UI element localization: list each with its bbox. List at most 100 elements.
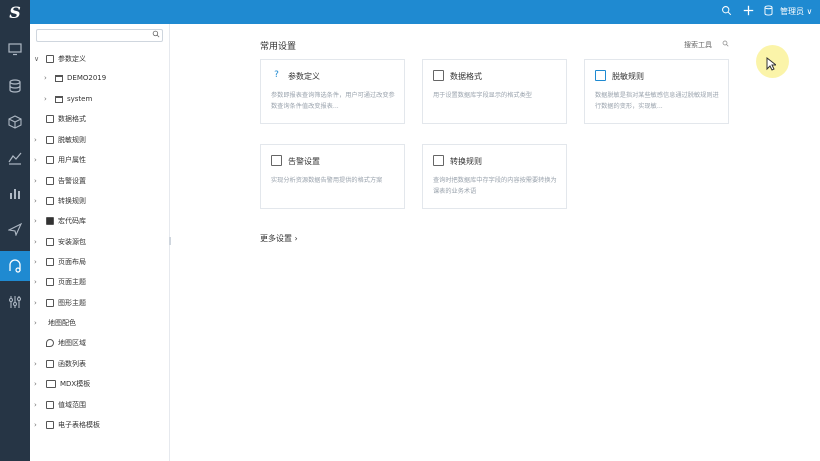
tree-item-label: 图形主题 [58, 299, 86, 307]
tree-item-system[interactable]: › system [30, 92, 168, 106]
search-icon[interactable] [722, 40, 729, 47]
user-attr-icon [46, 156, 54, 164]
top-bar: 管理员 ∨ [30, 0, 820, 24]
chevron-right-icon[interactable]: › [34, 235, 37, 249]
search-icon[interactable] [719, 5, 733, 19]
chevron-right-icon[interactable]: › [34, 174, 37, 188]
layers-icon[interactable] [0, 143, 30, 173]
chevron-right-icon[interactable]: › [34, 275, 37, 289]
tree-item-convert[interactable]: › 转换规则 [30, 194, 168, 208]
chevron-right-icon[interactable]: › [34, 255, 37, 269]
flag-icon [271, 155, 282, 166]
card-mask-rule[interactable]: 脱敏规则 数据脱敏是指对某些敏感信息通过脱敏规则进行数据的变形，实现敏... [584, 59, 729, 124]
user-menu[interactable]: 管理员 ∨ [780, 6, 812, 18]
database-icon[interactable] [0, 71, 30, 101]
tree-item-label: 用户属性 [58, 156, 86, 164]
mouse-pointer-icon [766, 56, 778, 75]
card-desc: 查询时把数据库中存字段的内容按需要转换为课表的业务术语 [433, 177, 557, 195]
card-alert[interactable]: 告警设置 实现分析资源数据告警用提供的格式方案 [260, 144, 405, 209]
card-desc: 数据脱敏是指对某些敏感信息通过脱敏规则进行数据的变形，实现敏... [595, 92, 719, 110]
chevron-right-icon[interactable]: › [34, 357, 37, 371]
chevron-right-icon[interactable]: › [34, 153, 37, 167]
database-icon[interactable] [761, 5, 775, 19]
tree-item-alert[interactable]: › 告警设置 [30, 174, 168, 188]
tree-item-label: 地图区域 [58, 339, 86, 347]
tree-item-spreadsheet-template[interactable]: › 电子表格模板 [30, 418, 168, 432]
chevron-right-icon[interactable]: › [34, 214, 37, 228]
tree-item-label: MDX模板 [60, 380, 91, 388]
tree-item-param-def[interactable]: ∨ 参数定义 [30, 52, 168, 66]
main-content: 常用设置 搜索工具 ? 参数定义 参数即报表查询筛选条件，用户可通过改变参数查询… [171, 24, 820, 461]
chevron-right-icon[interactable]: › [34, 316, 37, 330]
card-convert[interactable]: 转换规则 查询时把数据库中存字段的内容按需要转换为课表的业务术语 [422, 144, 567, 209]
chevron-right-icon[interactable]: › [34, 133, 37, 147]
range-icon [46, 401, 54, 409]
convert-icon [433, 155, 444, 166]
more-settings-link[interactable]: 更多设置 › [260, 233, 298, 244]
tools-icon[interactable] [0, 251, 30, 281]
logo: S [9, 3, 21, 22]
chevron-right-icon[interactable]: › [34, 418, 37, 432]
tree-item-label: 页面布局 [58, 258, 86, 266]
map-pin-icon [46, 339, 54, 347]
card-param-def[interactable]: ? 参数定义 参数即报表查询筛选条件，用户可通过改变参数查询条件值改变报表... [260, 59, 405, 124]
bar-chart-icon[interactable] [0, 178, 30, 208]
chevron-down-icon[interactable]: ∨ [34, 52, 39, 66]
tree-item-label: 地图配色 [48, 319, 76, 327]
tree-item-data-format[interactable]: 数据格式 [30, 112, 168, 126]
search-tools-button[interactable]: 搜索工具 [684, 40, 729, 50]
send-icon[interactable] [0, 214, 30, 244]
tree-item-map-color[interactable]: › 地图配色 [30, 316, 168, 330]
monitor-icon[interactable] [0, 34, 30, 64]
settings-tools-icon[interactable] [0, 287, 30, 317]
tree-item-map-region[interactable]: 地图区域 [30, 336, 168, 350]
tree-item-chart-theme[interactable]: › 图形主题 [30, 296, 168, 310]
tree-item-label: 函数列表 [58, 360, 86, 368]
tree-item-label: system [67, 95, 93, 103]
tree-search-input[interactable] [36, 29, 163, 42]
mdx-icon [46, 380, 56, 388]
mask-icon [595, 70, 606, 81]
question-bracket-icon: ? [274, 70, 279, 80]
param-icon [46, 55, 54, 63]
search-icon[interactable] [152, 30, 160, 41]
tree-item-mdx-template[interactable]: › MDX模板 [30, 377, 168, 391]
card-desc: 参数即报表查询筛选条件，用户可通过改变参数查询条件值改变报表... [271, 92, 395, 110]
package-icon [46, 238, 54, 246]
tree-item-value-range[interactable]: › 值域范围 [30, 398, 168, 412]
theme-icon [46, 278, 54, 286]
tree-item-page-layout[interactable]: › 页面布局 [30, 255, 168, 269]
tree-item-label: 数据格式 [58, 115, 86, 123]
plus-icon[interactable] [741, 5, 755, 19]
tree-item-macro[interactable]: › 宏代码库 [30, 214, 168, 228]
tree-item-label: 转换规则 [58, 197, 86, 205]
chevron-right-icon[interactable]: › [34, 377, 37, 391]
format-icon [433, 70, 444, 81]
cube-icon[interactable] [0, 107, 30, 137]
tree-item-user-attr[interactable]: › 用户属性 [30, 153, 168, 167]
chevron-right-icon[interactable]: › [44, 92, 47, 106]
chevron-right-icon[interactable]: › [34, 398, 37, 412]
card-desc: 用于设置数据库字段显示的格式类型 [433, 92, 532, 99]
card-desc: 实现分析资源数据告警用提供的格式方案 [271, 177, 383, 184]
spreadsheet-icon [46, 421, 54, 429]
left-rail: S [0, 0, 30, 461]
chevron-right-icon[interactable]: › [44, 71, 47, 85]
mask-icon [46, 136, 54, 144]
card-title: 告警设置 [288, 157, 320, 166]
card-data-format[interactable]: 数据格式 用于设置数据库字段显示的格式类型 [422, 59, 567, 124]
tree-item-install-pkg[interactable]: › 安装源包 [30, 235, 168, 249]
section-title: 常用设置 [260, 42, 297, 52]
tree-item-func-list[interactable]: › 函数列表 [30, 357, 168, 371]
tree-item-label: 值域范围 [58, 401, 86, 409]
layout-icon [46, 258, 54, 266]
tree-item-demo2019[interactable]: › DEMO2019 [30, 71, 168, 85]
chevron-right-icon[interactable]: › [34, 194, 37, 208]
tree-item-label: 告警设置 [58, 177, 86, 185]
tree-item-mask-rule[interactable]: › 脱敏规则 [30, 133, 168, 147]
chevron-right-icon[interactable]: › [34, 296, 37, 310]
tree-item-page-theme[interactable]: › 页面主题 [30, 275, 168, 289]
card-title: 脱敏规则 [612, 72, 644, 81]
tree-item-label: 宏代码库 [58, 217, 86, 225]
chart-theme-icon [46, 299, 54, 307]
